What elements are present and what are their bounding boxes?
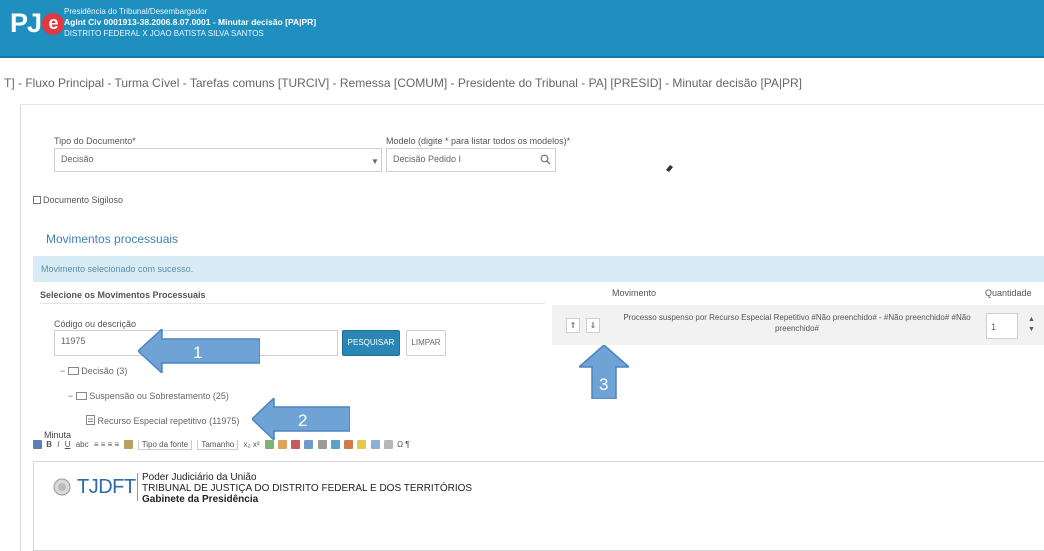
limpar-button[interactable]: LIMPAR xyxy=(406,330,446,356)
doc-type-value: Decisão xyxy=(61,154,94,164)
tree-label: Decisão (3) xyxy=(81,366,128,376)
tree-label: Recurso Especial repetitivo (11975) xyxy=(97,416,240,426)
doc-type-label: Tipo do Documento* xyxy=(54,136,136,146)
pesquisar-button[interactable]: PESQUISAR xyxy=(342,330,400,356)
italic-icon[interactable]: I xyxy=(57,440,59,449)
logo-text: PJ xyxy=(10,8,42,38)
highlight-icon[interactable] xyxy=(357,440,367,450)
col-quantidade-header: Quantidade xyxy=(985,288,1032,298)
move-up-button[interactable]: ⇑ xyxy=(566,318,580,333)
doc-type-select[interactable]: Decisão xyxy=(54,148,382,172)
court-seal-icon xyxy=(53,478,71,496)
search-code-label: Código ou descrição xyxy=(54,319,137,329)
movimento-search-value: 11975 xyxy=(61,336,86,346)
indent-icon[interactable] xyxy=(317,440,327,450)
spellcheck-icon[interactable] xyxy=(291,440,301,450)
link-icon[interactable] xyxy=(330,440,340,450)
logo-e: e xyxy=(42,13,65,35)
underline-icon[interactable]: U xyxy=(65,440,71,449)
tree-node-decisao[interactable]: − Decisão (3) xyxy=(60,366,127,376)
movimentos-title: Movimentos processuais xyxy=(46,232,179,246)
minuta-label: Minuta xyxy=(44,430,72,440)
header-line-1: Presidência do Tribunal/Desembargador xyxy=(64,7,208,16)
find-icon[interactable] xyxy=(277,440,287,450)
font-family-select[interactable]: Tipo da fonte xyxy=(137,440,193,450)
sub-super-icons[interactable]: x₂ x² xyxy=(243,440,259,449)
quantity-stepper-icon[interactable]: ▲ ▼ xyxy=(1028,315,1035,335)
tree-label: Suspensão ou Sobrestamento (25) xyxy=(89,391,229,401)
success-alert: Movimento selecionado com sucesso. xyxy=(33,256,1044,282)
letterhead-line-1: Poder Judiciário da União xyxy=(142,472,257,483)
process-header-info: Presidência do Tribunal/Desembargador Ag… xyxy=(64,6,316,39)
expand-icon: − xyxy=(60,366,66,376)
callout-arrow-3: 3 xyxy=(579,345,629,399)
text-color-icon[interactable] xyxy=(344,440,354,450)
expand-icon: − xyxy=(68,391,74,401)
callout-number-2: 2 xyxy=(298,411,307,430)
header-parties: DISTRITO FEDERAL X JOAO BATISTA SILVA SA… xyxy=(64,29,264,38)
callout-number-3: 3 xyxy=(599,375,608,394)
move-down-button[interactable]: ⇓ xyxy=(586,318,600,333)
model-label: Modelo (digite * para listar todos os mo… xyxy=(386,136,571,146)
paste-icon[interactable] xyxy=(264,440,274,450)
model-value: Decisão Pedido I xyxy=(393,154,462,164)
sigiloso-label: Documento Sigiloso xyxy=(43,195,124,205)
image-icon[interactable] xyxy=(383,440,393,450)
tree-node-suspensao[interactable]: − Suspensão ou Sobrestamento (25) xyxy=(68,391,229,401)
list-icon[interactable] xyxy=(304,440,314,450)
quantity-value: 1 xyxy=(991,322,997,332)
bold-icon[interactable]: B xyxy=(46,440,52,449)
editor-toolbar: B I U abc ≡ ≡ ≡ ≡ Tipo da fonte Tamanho … xyxy=(33,440,1044,454)
minuta-editor[interactable]: TJDFT Poder Judiciário da União TRIBUNAL… xyxy=(33,461,1044,551)
model-search-input[interactable]: Decisão Pedido I xyxy=(386,148,556,172)
callout-arrow-2: 2 xyxy=(252,398,350,440)
col-movimento-header: Movimento xyxy=(612,288,657,298)
top-header: PJ e Presidência do Tribunal/Desembargado… xyxy=(0,0,1044,58)
eraser-icon[interactable] xyxy=(664,163,674,173)
letterhead-line-2: TRIBUNAL DE JUSTIÇA DO DISTRITO FEDERAL … xyxy=(142,483,473,494)
select-movimentos-heading: Selecione os Movimentos Processuais xyxy=(40,290,206,300)
pje-logo[interactable]: PJ e xyxy=(10,8,65,39)
format-painter-icon[interactable] xyxy=(124,440,134,450)
quantity-input[interactable]: 1 xyxy=(986,313,1018,339)
font-size-select[interactable]: Tamanho xyxy=(197,440,239,450)
tjdft-logo: TJDFT xyxy=(77,476,136,498)
sigiloso-checkbox[interactable] xyxy=(33,196,41,204)
process-title: AgInt Civ 0001913-38.2006.8.07.0001 - Mi… xyxy=(64,17,317,27)
search-icon[interactable] xyxy=(540,154,551,165)
letterhead-line-3: Gabinete da Presidência xyxy=(142,494,259,505)
document-icon xyxy=(86,415,95,425)
align-icons[interactable]: ≡ ≡ ≡ ≡ xyxy=(94,440,119,449)
table-icon[interactable] xyxy=(370,440,380,450)
callout-number-1: 1 xyxy=(193,343,202,362)
pje-window: PJ e Presidência do Tribunal/Desembargado… xyxy=(0,0,1044,551)
tree-node-recurso-especial[interactable]: Recurso Especial repetitivo (11975) xyxy=(86,415,239,426)
folder-icon xyxy=(67,367,79,375)
callout-arrow-1: 1 xyxy=(138,329,260,373)
selected-movimento-row: ⇑ ⇓ Processo suspenso por Recurso Especi… xyxy=(552,305,1044,345)
logo-divider xyxy=(137,473,138,501)
special-char-icon[interactable]: Ω ¶ xyxy=(397,440,410,449)
folder-icon xyxy=(75,392,87,400)
task-breadcrumb: T] - Fluxo Principal - Turma Cível - Tar… xyxy=(4,76,803,90)
strike-icon[interactable]: abc xyxy=(76,440,89,449)
movimento-description: Processo suspenso por Recurso Especial R… xyxy=(623,313,971,333)
chevron-down-icon: ▼ xyxy=(371,157,379,166)
divider xyxy=(40,303,545,304)
save-icon[interactable] xyxy=(33,440,42,450)
